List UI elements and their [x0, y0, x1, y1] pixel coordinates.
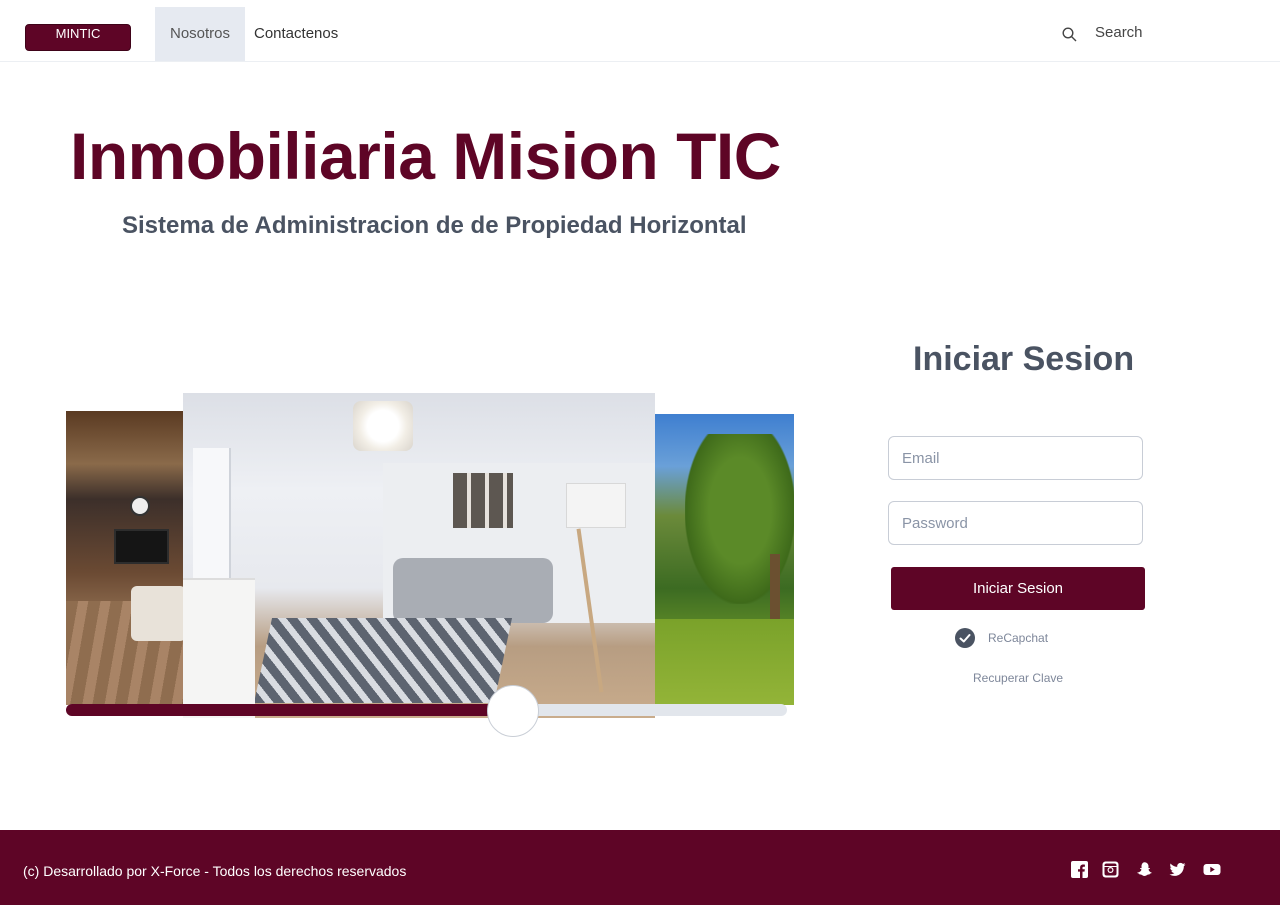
search-link[interactable]: Search — [1095, 24, 1143, 41]
recaptcha-label: ReCapchat — [988, 631, 1049, 645]
carousel-slide-center[interactable] — [183, 393, 655, 718]
instagram-icon[interactable] — [1102, 861, 1120, 879]
sofa-decoration — [393, 558, 553, 623]
nav-item-nosotros[interactable]: Nosotros — [155, 7, 245, 61]
chandelier-decoration — [353, 401, 413, 451]
page-title: Inmobiliaria Mision TIC — [70, 119, 781, 193]
armchair-decoration — [131, 586, 186, 641]
image-carousel — [66, 393, 794, 718]
wall-clock-decoration — [130, 496, 150, 516]
youtube-icon[interactable] — [1203, 861, 1221, 879]
nav-item-contactenos[interactable]: Contactenos — [254, 7, 338, 61]
tv-decoration — [114, 529, 169, 564]
grass-decoration — [655, 619, 794, 705]
carousel-slider-progress — [66, 704, 514, 716]
check-icon — [959, 634, 971, 643]
carousel-slide-right[interactable] — [655, 414, 794, 705]
search-icon[interactable] — [1062, 27, 1077, 42]
login-title: Iniciar Sesion — [913, 340, 1135, 378]
tree-trunk-decoration — [770, 554, 780, 624]
password-field[interactable] — [888, 501, 1143, 545]
brand-button[interactable]: MINTIC — [25, 24, 131, 51]
carousel-slider-thumb[interactable] — [487, 685, 540, 737]
login-button[interactable]: Iniciar Sesion — [891, 567, 1145, 610]
footer-copyright: (c) Desarrollado por X-Force - Todos los… — [23, 863, 407, 879]
top-navbar: MINTIC Nosotros Contactenos Search — [0, 0, 1280, 62]
twitter-icon[interactable] — [1169, 861, 1187, 879]
cabinet-decoration — [183, 578, 255, 718]
recaptcha-checkbox[interactable] — [955, 628, 975, 648]
facebook-icon[interactable] — [1071, 861, 1089, 879]
picture-frames-decoration — [453, 473, 513, 528]
recover-password-link[interactable]: Recuperar Clave — [973, 671, 1063, 685]
email-field[interactable] — [888, 436, 1143, 480]
lamp-decoration — [566, 483, 626, 528]
snapchat-icon[interactable] — [1136, 861, 1154, 879]
footer: (c) Desarrollado por X-Force - Todos los… — [0, 830, 1280, 905]
rug-decoration — [253, 618, 513, 703]
carousel-slide-left[interactable] — [66, 411, 186, 705]
page-subtitle: Sistema de Administracion de de Propieda… — [122, 212, 747, 239]
